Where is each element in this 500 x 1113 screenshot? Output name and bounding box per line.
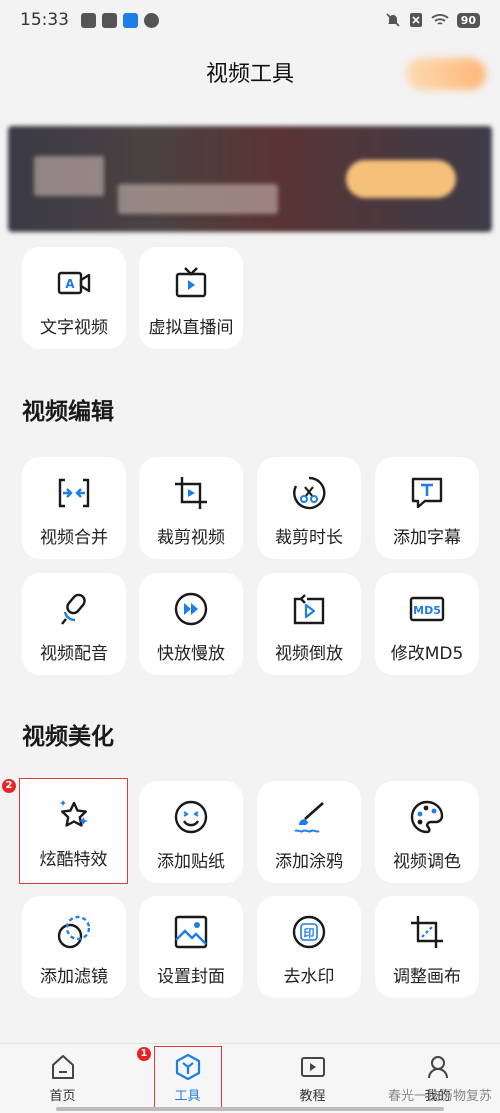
tool-filter[interactable]: 添加滤镜 <box>22 896 126 998</box>
tab-tutorial[interactable]: 教程 <box>250 1044 375 1113</box>
section-title-beautify: 视频美化 <box>22 724 114 750</box>
tab-label: 首页 <box>49 1089 76 1104</box>
page-header: 视频工具 <box>0 50 500 100</box>
battery-indicator: 90 <box>456 12 480 28</box>
filter-icon <box>57 915 91 949</box>
tool-sticker[interactable]: 添加贴纸 <box>139 781 243 883</box>
vip-badge-button[interactable] <box>406 58 486 90</box>
tool-label: 视频配音 <box>40 644 108 664</box>
svg-text:印: 印 <box>304 927 315 940</box>
status-time: 15:33 <box>20 10 69 30</box>
watermark-text: 春光一技历物复苏 <box>387 1089 492 1104</box>
tool-trim-duration[interactable]: 裁剪时长 <box>257 457 361 559</box>
tool-label: 添加滤镜 <box>40 967 108 987</box>
tool-label: 裁剪时长 <box>275 528 343 548</box>
tool-label: 视频调色 <box>393 852 461 872</box>
color-palette-icon <box>410 800 444 834</box>
status-bar: 15:33 90 <box>0 0 500 40</box>
tool-speed[interactable]: 快放慢放 <box>139 573 243 675</box>
merge-icon <box>58 478 90 508</box>
tool-label: 去水印 <box>283 967 335 987</box>
mute-bell-icon <box>386 13 400 27</box>
svg-text:MD5: MD5 <box>413 604 441 617</box>
svg-text:A: A <box>65 277 75 291</box>
effects-star-icon <box>59 800 88 827</box>
tool-label: 调整画布 <box>393 967 461 987</box>
canvas-icon <box>411 916 443 948</box>
dubbing-icon <box>61 593 86 625</box>
tool-label: 视频倒放 <box>275 644 343 664</box>
tool-label: 视频合并 <box>40 528 108 548</box>
tool-dubbing[interactable]: 视频配音 <box>22 573 126 675</box>
trim-duration-icon <box>293 476 326 510</box>
tool-color[interactable]: 视频调色 <box>375 781 479 883</box>
tool-reverse[interactable]: 视频倒放 <box>257 573 361 675</box>
tool-label: 添加贴纸 <box>157 852 225 872</box>
tool-label: 添加涂鸦 <box>275 852 343 872</box>
page-title: 视频工具 <box>205 62 294 87</box>
crop-icon <box>175 477 207 509</box>
tool-canvas[interactable]: 调整画布 <box>375 896 479 998</box>
tool-label: 虚拟直播间 <box>148 318 234 338</box>
tab-home[interactable]: 首页 <box>0 1044 125 1113</box>
tool-graffiti[interactable]: 添加涂鸦 <box>257 781 361 883</box>
tool-md5[interactable]: MD5 修改MD5 <box>375 573 479 675</box>
tutorial-icon <box>300 1057 325 1077</box>
md5-icon: MD5 <box>409 596 445 622</box>
tool-subtitle[interactable]: 添加字幕 <box>375 457 479 559</box>
tool-label: 修改MD5 <box>390 644 464 664</box>
tab-label: 教程 <box>299 1089 326 1104</box>
tool-label: 添加字幕 <box>393 528 461 548</box>
home-icon <box>51 1055 74 1079</box>
wifi-icon <box>431 14 449 25</box>
text-video-icon: A <box>57 271 91 295</box>
tool-virtual-live[interactable]: 虚拟直播间 <box>139 247 243 349</box>
banner-decoration <box>34 156 104 196</box>
tool-label: 设置封面 <box>157 967 225 987</box>
status-app-icons <box>81 12 159 28</box>
mail-notify-icon <box>102 12 117 28</box>
sim-off-icon <box>409 13 422 27</box>
promo-banner[interactable] <box>8 126 492 232</box>
banner-cta[interactable] <box>346 160 456 198</box>
remove-watermark-icon: 印 <box>292 915 326 949</box>
tool-effects[interactable]: 炫酷特效 <box>19 778 128 884</box>
app-notify-icon <box>123 12 138 28</box>
virtual-live-icon <box>175 267 207 298</box>
home-indicator[interactable] <box>56 1107 444 1111</box>
tool-crop[interactable]: 裁剪视频 <box>139 457 243 559</box>
cover-image-icon <box>174 915 208 949</box>
tool-cover[interactable]: 设置封面 <box>139 896 243 998</box>
speed-icon <box>174 592 208 626</box>
tool-text-video[interactable]: A 文字视频 <box>22 247 126 349</box>
sticker-icon <box>174 800 208 834</box>
section-title-edit: 视频编辑 <box>22 399 114 425</box>
reverse-icon <box>293 594 325 625</box>
banner-decoration <box>118 184 278 214</box>
status-right: 90 <box>385 12 480 28</box>
step-badge-1: 1 <box>137 1047 151 1061</box>
tool-label: 炫酷特效 <box>39 850 108 870</box>
profile-icon <box>427 1056 448 1079</box>
compass-notify-icon <box>144 12 159 28</box>
tool-label: 裁剪视频 <box>157 528 225 548</box>
gallery-notify-icon <box>81 12 96 28</box>
tool-merge[interactable]: 视频合并 <box>22 457 126 559</box>
tool-label: 快放慢放 <box>157 644 225 664</box>
graffiti-brush-icon <box>294 802 324 833</box>
subtitle-icon <box>411 477 443 509</box>
tab-tools-highlight <box>154 1046 222 1110</box>
tool-remove-watermark[interactable]: 印 去水印 <box>257 896 361 998</box>
step-badge-2: 2 <box>2 779 16 793</box>
tool-label: 文字视频 <box>40 318 108 338</box>
